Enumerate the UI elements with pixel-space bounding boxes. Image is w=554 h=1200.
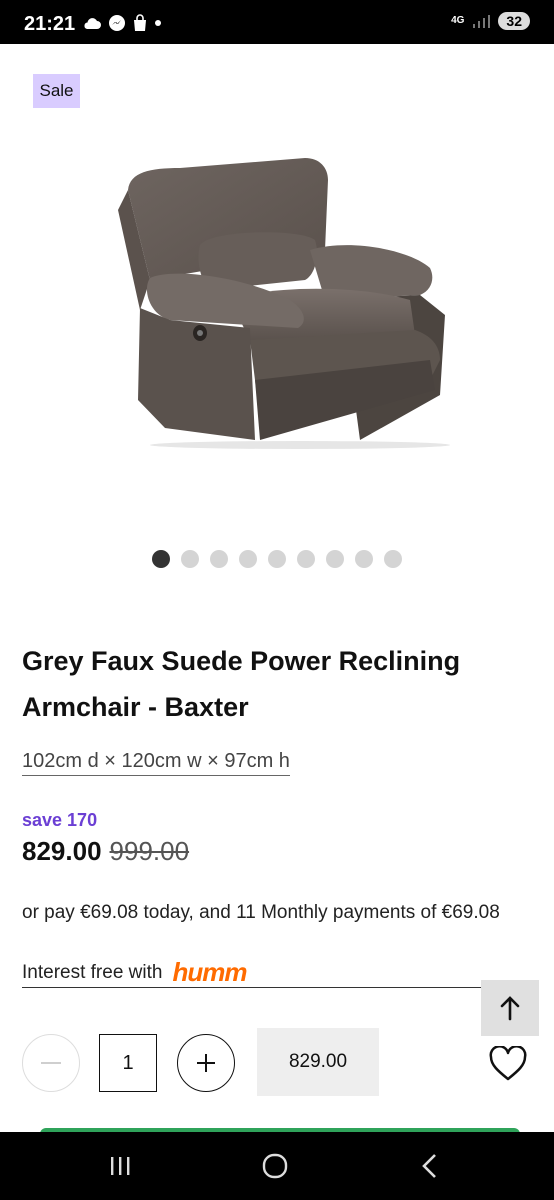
carousel-dot-1[interactable] [152, 550, 170, 568]
system-navigation-bar [0, 1132, 554, 1200]
sale-badge: Sale [33, 74, 80, 108]
status-bar: 21:21 4G 32 [0, 0, 554, 44]
increase-quantity-button[interactable] [177, 1034, 235, 1092]
carousel-dot-7[interactable] [326, 550, 344, 568]
total-price-box: 829.00 [257, 1028, 379, 1096]
battery-icon: 32 [498, 12, 530, 30]
minus-icon [41, 1062, 61, 1064]
current-price: 829.00 [22, 836, 102, 866]
product-dimensions[interactable]: 102cm d × 120cm w × 97cm h [22, 750, 290, 776]
quantity-input[interactable]: 1 [99, 1034, 157, 1092]
armchair-image[interactable] [110, 150, 450, 450]
price-row: 829.00 999.00 [22, 836, 189, 867]
home-icon[interactable] [255, 1150, 295, 1182]
network-4g-icon: 4G [451, 15, 465, 26]
status-system-icons: 4G 32 [451, 12, 530, 30]
image-carousel-dots [152, 550, 402, 568]
interest-free-label: Interest free with [22, 961, 163, 983]
carousel-dot-2[interactable] [181, 550, 199, 568]
carousel-dot-5[interactable] [268, 550, 286, 568]
dot-icon [155, 20, 161, 26]
shopping-bag-icon [134, 14, 146, 31]
product-title: Grey Faux Suede Power Reclining Armchair… [22, 646, 461, 722]
save-amount: save 170 [22, 810, 98, 830]
decrease-quantity-button[interactable] [22, 1034, 80, 1092]
carousel-dot-6[interactable] [297, 550, 315, 568]
original-price: 999.00 [109, 836, 190, 866]
carousel-dot-4[interactable] [239, 550, 257, 568]
humm-logo: humm [172, 957, 247, 987]
status-time: 21:21 [24, 13, 76, 35]
signal-icon [473, 15, 491, 28]
messenger-icon [109, 15, 125, 31]
carousel-dot-9[interactable] [384, 550, 402, 568]
status-notification-icons [82, 14, 162, 32]
recent-apps-icon[interactable] [100, 1150, 140, 1182]
cloud-icon [84, 18, 101, 29]
plus-icon [197, 1054, 215, 1072]
back-icon[interactable] [410, 1150, 450, 1182]
carousel-dot-8[interactable] [355, 550, 373, 568]
carousel-dot-3[interactable] [210, 550, 228, 568]
finance-text: or pay €69.08 today, and 11 Monthly paym… [22, 902, 500, 923]
back-to-top-button[interactable] [481, 980, 539, 1036]
humm-finance-link[interactable]: Interest free with humm [22, 957, 482, 988]
heart-icon[interactable] [488, 1046, 528, 1082]
arrow-up-icon [500, 996, 520, 1021]
